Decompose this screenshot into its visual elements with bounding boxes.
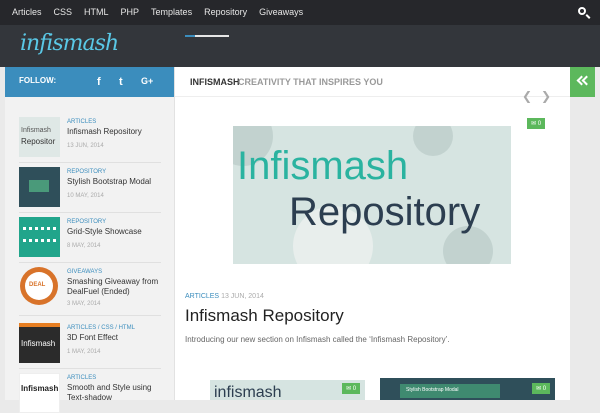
nav-html[interactable]: HTML bbox=[78, 0, 115, 25]
sidebar-post[interactable]: REPOSITORY Stylish Bootstrap Modal 10 MA… bbox=[19, 167, 159, 207]
post-category[interactable]: REPOSITORY bbox=[67, 169, 106, 175]
post-category[interactable]: REPOSITORY bbox=[67, 219, 106, 225]
nav-templates[interactable]: Templates bbox=[145, 0, 198, 25]
post-title[interactable]: Smashing Giveaway from DealFuel (Ended) bbox=[67, 277, 162, 297]
post-thumbnail[interactable]: Infismash Repositor bbox=[19, 117, 60, 157]
comment-count: 0 bbox=[537, 121, 542, 127]
twitter-icon[interactable]: t bbox=[119, 76, 123, 88]
post-title[interactable]: Stylish Bootstrap Modal bbox=[67, 177, 162, 187]
site-logo[interactable]: infismash bbox=[20, 31, 119, 56]
post-date: 8 MAY, 2014 bbox=[67, 243, 101, 249]
sidebar-post[interactable]: DEAL GIVEAWAYS Smashing Giveaway from De… bbox=[19, 267, 159, 307]
site-tagline: CREATIVITY THAT INSPIRES YOU bbox=[238, 77, 383, 87]
divider bbox=[19, 315, 161, 316]
left-sidebar: FOLLOW: f t G+ Infismash Repositor ARTIC… bbox=[5, 67, 175, 413]
post-title[interactable]: Smooth and Style using Text-shadow bbox=[67, 383, 162, 403]
sidebar-post[interactable]: REPOSITORY Grid-Style Showcase 8 MAY, 20… bbox=[19, 217, 159, 257]
top-menu: Articles CSS HTML PHP Templates Reposito… bbox=[6, 0, 309, 25]
post-category[interactable]: ARTICLES / CSS / HTML bbox=[67, 325, 135, 331]
post-excerpt: Introducing our new section on Infismash… bbox=[185, 335, 450, 344]
comment-count: 0 bbox=[542, 386, 547, 392]
post-date: 1 MAY, 2014 bbox=[67, 349, 101, 355]
comment-count: 0 bbox=[352, 386, 357, 392]
comment-count-badge[interactable]: ✉ 0 bbox=[342, 383, 361, 394]
slider-pagination[interactable] bbox=[185, 35, 229, 37]
post-thumbnail[interactable]: DEAL bbox=[19, 267, 60, 307]
post-card[interactable]: Stylish Bootstrap Modal bbox=[380, 378, 555, 400]
nav-articles[interactable]: Articles bbox=[6, 0, 48, 25]
sidebar-toggle-icon[interactable] bbox=[570, 67, 595, 97]
follow-bar: FOLLOW: f t G+ bbox=[5, 67, 174, 97]
site-name: INFISMASH bbox=[190, 77, 240, 87]
post-thumbnail[interactable] bbox=[19, 217, 60, 257]
sidebar-post[interactable]: Infismash ARTICLES / CSS / HTML 3D Font … bbox=[19, 323, 159, 363]
post-title[interactable]: Infismash Repository bbox=[67, 127, 162, 137]
nav-php[interactable]: PHP bbox=[115, 0, 146, 25]
post-title[interactable]: 3D Font Effect bbox=[67, 333, 162, 343]
google-plus-icon[interactable]: G+ bbox=[141, 76, 153, 86]
search-icon[interactable] bbox=[578, 7, 586, 15]
nav-repository[interactable]: Repository bbox=[198, 0, 253, 25]
post-date: 3 MAY, 2014 bbox=[67, 301, 101, 307]
comment-count-badge[interactable]: ✉ 0 bbox=[532, 383, 551, 394]
post-category[interactable]: GIVEAWAYS bbox=[67, 269, 102, 275]
follow-label: FOLLOW: bbox=[19, 76, 57, 85]
post-category[interactable]: ARTICLES bbox=[67, 119, 96, 125]
divider bbox=[19, 368, 161, 369]
post-category[interactable]: ARTICLES bbox=[67, 375, 96, 381]
facebook-icon[interactable]: f bbox=[97, 76, 101, 88]
post-date: 13 JUN, 2014 bbox=[221, 293, 264, 300]
chevron-left-icon[interactable]: ❮ bbox=[522, 89, 532, 103]
featured-image[interactable]: Infismash Repository bbox=[233, 126, 511, 264]
site-header: infismash bbox=[0, 25, 600, 67]
sidebar-post[interactable]: Infismash Repositor ARTICLES Infismash R… bbox=[19, 117, 159, 157]
featured-image-text-1: Infismash bbox=[237, 144, 409, 188]
nav-css[interactable]: CSS bbox=[48, 0, 79, 25]
card-image-text: infismash bbox=[214, 384, 282, 400]
post-date: 10 MAY, 2014 bbox=[67, 193, 104, 199]
divider bbox=[19, 262, 161, 263]
chevron-right-icon[interactable]: ❯ bbox=[541, 89, 551, 103]
card-image-text: Stylish Bootstrap Modal bbox=[406, 387, 459, 393]
sidebar-post[interactable]: Infismash ARTICLES Smooth and Style usin… bbox=[19, 373, 159, 413]
post-thumbnail[interactable] bbox=[19, 167, 60, 207]
post-title[interactable]: Grid-Style Showcase bbox=[67, 227, 162, 237]
top-navigation: Articles CSS HTML PHP Templates Reposito… bbox=[0, 0, 600, 25]
featured-image-text-2: Repository bbox=[289, 190, 481, 234]
divider bbox=[19, 212, 161, 213]
post-thumbnail[interactable]: Infismash bbox=[19, 373, 60, 413]
post-thumbnail[interactable]: Infismash bbox=[19, 323, 60, 363]
post-category-link[interactable]: ARTICLES bbox=[185, 293, 219, 300]
post-meta: ARTICLES 13 JUN, 2014 bbox=[185, 293, 264, 300]
comment-count-badge[interactable]: ✉ 0 bbox=[527, 118, 546, 129]
nav-giveaways[interactable]: Giveaways bbox=[253, 0, 309, 25]
divider bbox=[19, 162, 161, 163]
post-date: 13 JUN, 2014 bbox=[67, 143, 104, 149]
main-header: INFISMASH CREATIVITY THAT INSPIRES YOU bbox=[175, 67, 570, 97]
post-title[interactable]: Infismash Repository bbox=[185, 306, 344, 326]
